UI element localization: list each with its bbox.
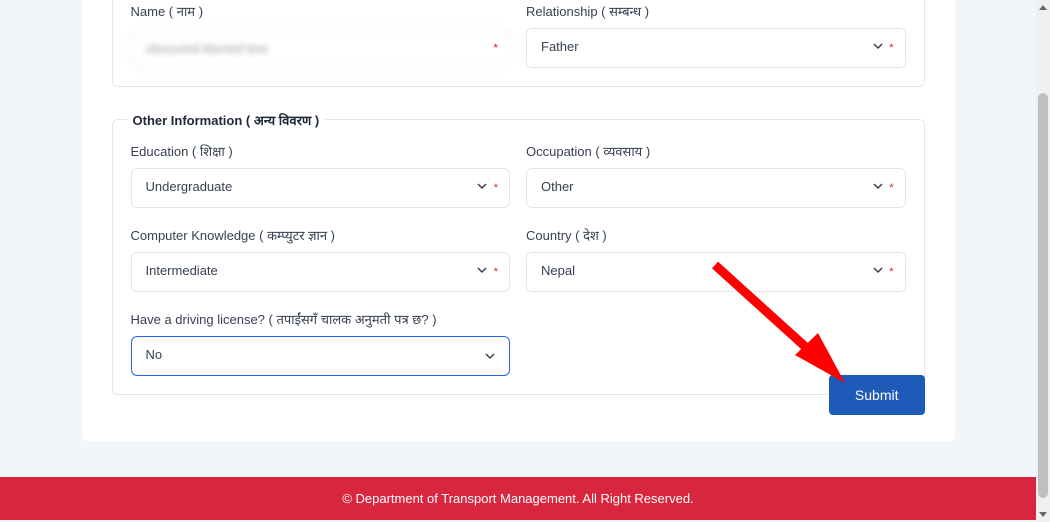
license-select[interactable]: No bbox=[131, 336, 511, 376]
license-label: Have a driving license? ( तपाईंसगँ चालक … bbox=[131, 310, 511, 328]
chevron-down-icon bbox=[872, 263, 884, 281]
name-input[interactable] bbox=[131, 28, 511, 68]
relationship-field-group: Relationship ( सम्बन्ध ) Father * bbox=[526, 2, 906, 68]
education-select[interactable]: Undergraduate bbox=[131, 168, 511, 208]
required-star: * bbox=[889, 266, 893, 278]
country-field-group: Country ( देश ) Nepal * bbox=[526, 226, 906, 292]
computer-select[interactable]: Intermediate bbox=[131, 252, 511, 292]
name-field-group: Name ( नाम ) * bbox=[131, 2, 511, 68]
country-label: Country ( देश ) bbox=[526, 226, 906, 244]
page-wrapper: Name ( नाम ) * Relationship ( सम्बन्ध ) … bbox=[0, 0, 1036, 522]
required-star: * bbox=[494, 266, 498, 278]
license-field-group: Have a driving license? ( तपाईंसगँ चालक … bbox=[131, 310, 511, 376]
education-label: Education ( शिक्षा ) bbox=[131, 142, 511, 160]
chevron-down-icon bbox=[872, 179, 884, 197]
required-star: * bbox=[889, 182, 893, 194]
chevron-down-icon bbox=[476, 179, 488, 197]
scroll-up-arrow-icon[interactable] bbox=[1039, 2, 1047, 10]
computer-field-group: Computer Knowledge ( कम्प्युटर ज्ञान ) I… bbox=[131, 226, 511, 292]
submit-button[interactable]: Submit bbox=[829, 375, 925, 415]
footer-text: © Department of Transport Management. Al… bbox=[342, 491, 693, 506]
country-select[interactable]: Nepal bbox=[526, 252, 906, 292]
computer-label: Computer Knowledge ( कम्प्युटर ज्ञान ) bbox=[131, 226, 511, 244]
other-info-fieldset: Other Information ( अन्य विवरण ) Educati… bbox=[112, 119, 925, 395]
relationship-label: Relationship ( सम्बन्ध ) bbox=[526, 2, 906, 20]
required-star: * bbox=[494, 182, 498, 194]
chevron-down-icon bbox=[872, 39, 884, 57]
name-relationship-fieldset: Name ( नाम ) * Relationship ( सम्बन्ध ) … bbox=[112, 0, 925, 87]
footer: © Department of Transport Management. Al… bbox=[0, 477, 1036, 520]
chevron-down-icon bbox=[476, 263, 488, 281]
page-scrollbar[interactable] bbox=[1036, 0, 1050, 522]
name-label: Name ( नाम ) bbox=[131, 2, 511, 20]
education-field-group: Education ( शिक्षा ) Undergraduate * bbox=[131, 142, 511, 208]
other-info-legend: Other Information ( अन्य विवरण ) bbox=[127, 111, 326, 129]
form-card: Name ( नाम ) * Relationship ( सम्बन्ध ) … bbox=[82, 0, 955, 441]
occupation-label: Occupation ( व्यवसाय ) bbox=[526, 142, 906, 160]
occupation-field-group: Occupation ( व्यवसाय ) Other * bbox=[526, 142, 906, 208]
scrollbar-thumb[interactable] bbox=[1038, 93, 1048, 498]
scroll-down-arrow-icon[interactable] bbox=[1039, 512, 1047, 520]
relationship-select[interactable]: Father bbox=[526, 28, 906, 68]
occupation-select[interactable]: Other bbox=[526, 168, 906, 208]
required-star: * bbox=[889, 42, 893, 54]
